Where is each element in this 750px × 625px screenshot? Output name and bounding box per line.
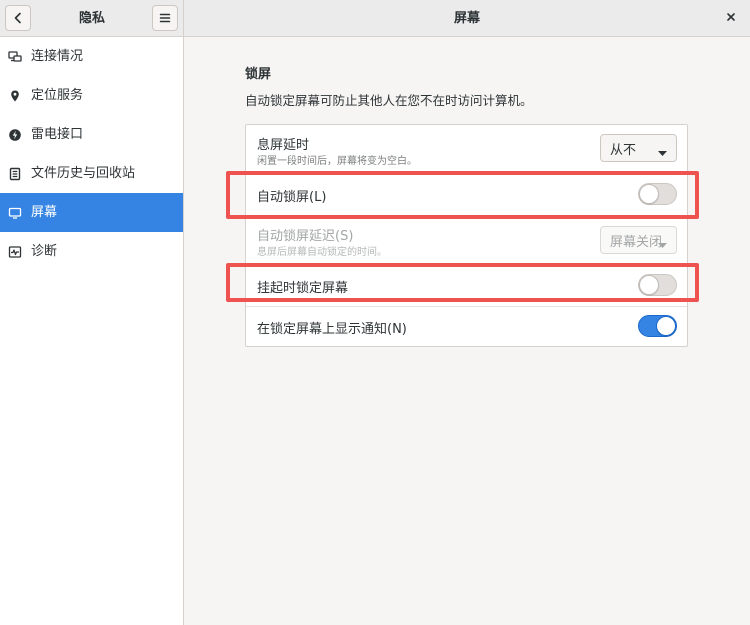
page-title: 屏幕 [453, 11, 480, 26]
row-subtitle: 息屏后屏幕自动锁定的时间。 [257, 247, 387, 258]
automatic-lock-switch[interactable] [638, 183, 677, 205]
row-title: 息屏延时 [257, 138, 310, 153]
sidebar-item-connectivity[interactable]: 连接情况 [0, 37, 183, 76]
row-title: 自动锁屏(L) [257, 190, 327, 205]
close-icon [726, 11, 736, 26]
settings-window: 隐私 屏幕 连接情况 定位服务 雷电接口 文件历史与回收站 屏幕 诊断 锁屏 自… [0, 0, 750, 625]
content-header: 屏幕 [184, 0, 750, 37]
dropdown-value: 从不 [610, 142, 637, 158]
automatic-lock-row: 自动锁屏(L) [246, 174, 687, 216]
sidebar-item-file-history[interactable]: 文件历史与回收站 [0, 154, 183, 193]
sidebar-header: 隐私 [0, 0, 184, 37]
dropdown-value: 屏幕关闭 [610, 234, 663, 250]
sidebar-item-label: 定位服务 [31, 87, 84, 103]
screen-settings-panel: 锁屏 自动锁定屏幕可防止其他人在您不在时访问计算机。 息屏延时 闲置一段时间后，… [184, 37, 750, 625]
sidebar-item-label: 诊断 [31, 243, 58, 259]
location-pin-icon [8, 89, 22, 103]
dropdown-arrow-icon [658, 146, 667, 161]
sidebar-item-diagnostics[interactable]: 诊断 [0, 232, 183, 271]
sidebar-title: 隐私 [78, 11, 105, 26]
section-description: 自动锁定屏幕可防止其他人在您不在时访问计算机。 [245, 93, 533, 108]
switch-knob [656, 316, 676, 336]
dropdown-arrow-icon [658, 238, 667, 253]
row-title: 挂起时锁定屏幕 [257, 281, 349, 296]
row-subtitle: 闲置一段时间后，屏幕将变为空白。 [257, 156, 417, 167]
lock-delay-dropdown[interactable]: 屏幕关闭 [600, 226, 677, 254]
sidebar-item-label: 文件历史与回收站 [31, 165, 136, 181]
switch-knob [639, 275, 659, 295]
blank-screen-delay-row: 息屏延时 闲置一段时间后，屏幕将变为空白。 从不 [246, 125, 687, 174]
document-history-icon [8, 167, 22, 181]
sidebar-item-location[interactable]: 定位服务 [0, 76, 183, 115]
sidebar: 连接情况 定位服务 雷电接口 文件历史与回收站 屏幕 诊断 [0, 37, 184, 625]
back-button[interactable] [5, 5, 31, 31]
network-computer-icon [8, 50, 22, 64]
lock-screen-notifications-switch[interactable] [638, 315, 677, 337]
blank-screen-delay-dropdown[interactable]: 从不 [600, 134, 677, 162]
close-button[interactable] [722, 9, 740, 27]
diagnostics-icon [8, 245, 22, 259]
sidebar-item-label: 连接情况 [31, 48, 84, 64]
thunderbolt-icon [8, 128, 22, 142]
lock-on-suspend-switch[interactable] [638, 274, 677, 296]
menu-button[interactable] [152, 5, 178, 31]
lock-on-suspend-row: 挂起时锁定屏幕 [246, 265, 687, 307]
switch-knob [639, 184, 659, 204]
sidebar-item-label: 屏幕 [31, 204, 58, 220]
lock-screen-list: 息屏延时 闲置一段时间后，屏幕将变为空白。 从不 自动锁屏(L) 自动锁屏延迟(… [245, 124, 688, 347]
lock-delay-row: 自动锁屏延迟(S) 息屏后屏幕自动锁定的时间。 屏幕关闭 [246, 216, 687, 265]
display-icon [8, 206, 22, 220]
hamburger-menu-icon [159, 12, 171, 24]
row-title: 在锁定屏幕上显示通知(N) [257, 322, 407, 337]
sidebar-item-screen[interactable]: 屏幕 [0, 193, 183, 232]
sidebar-item-label: 雷电接口 [31, 126, 84, 142]
lock-screen-notifications-row: 在锁定屏幕上显示通知(N) [246, 307, 687, 346]
chevron-left-icon [12, 12, 24, 24]
sidebar-item-thunderbolt[interactable]: 雷电接口 [0, 115, 183, 154]
section-title: 锁屏 [245, 67, 272, 82]
row-title: 自动锁屏延迟(S) [257, 229, 354, 244]
